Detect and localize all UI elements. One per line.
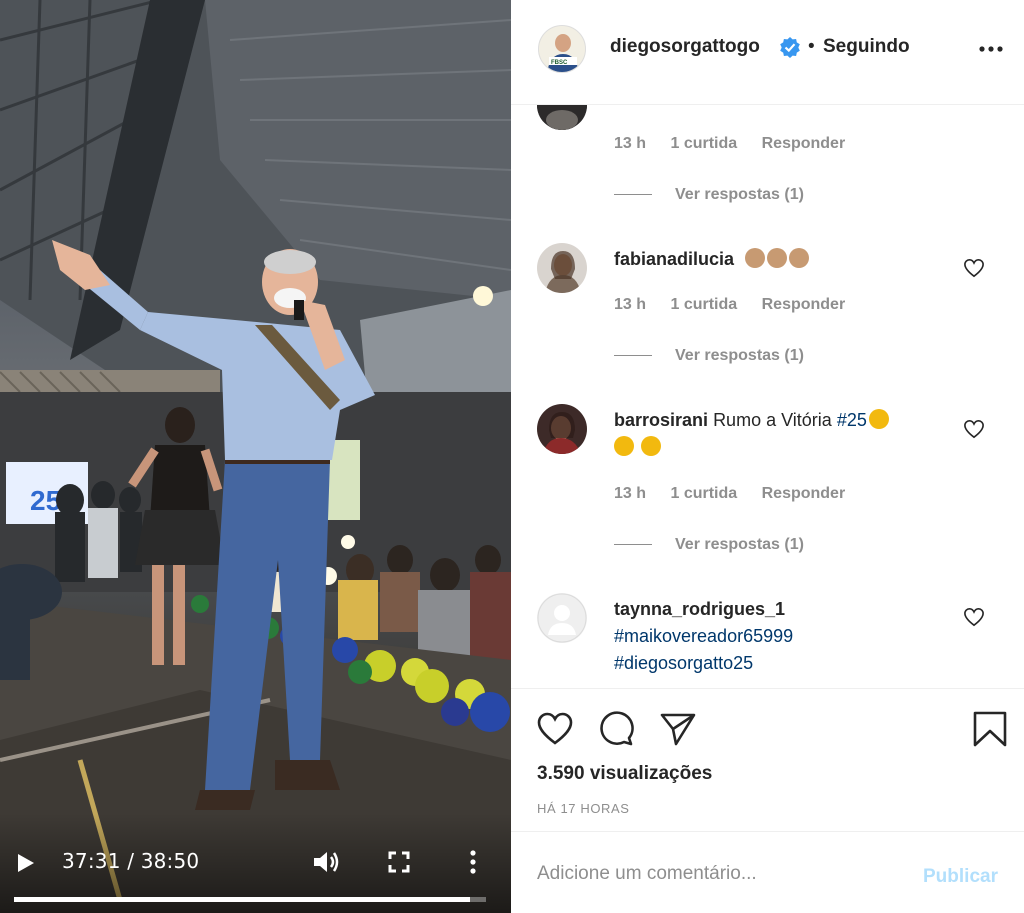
clap-emoji-icon [789, 248, 810, 268]
reply-button[interactable]: Responder [762, 135, 846, 152]
header-separator: • [808, 36, 815, 57]
current-time: 37:31 [62, 849, 121, 873]
play-icon[interactable] [14, 852, 36, 874]
time-readout: 37:31 / 38:50 [62, 849, 199, 873]
time-separator: / [120, 849, 141, 873]
comment-text: Rumo a Vitória [713, 410, 832, 430]
video-progress-bar[interactable] [14, 897, 486, 902]
reply-button[interactable]: Responder [762, 485, 846, 502]
view-replies-button[interactable]: Ver respostas (1) [614, 536, 804, 554]
comment-like-heart-icon[interactable] [963, 419, 985, 439]
comment-hashtag[interactable]: #25 [837, 410, 867, 430]
video-player[interactable]: 25 37:31 / 38:50 [0, 0, 511, 913]
comment-avatar[interactable] [537, 404, 587, 454]
video-frame: 25 [0, 0, 511, 913]
comments-list[interactable]: 13 h 1 curtida Responder Ver respostas (… [511, 105, 1024, 688]
comment-likes[interactable]: 1 curtida [670, 485, 737, 502]
comment-meta: 13 h 1 curtida Responder [614, 296, 865, 314]
replies-divider [614, 355, 652, 357]
post-actions: 3.590 visualizações HÁ 17 HORAS [511, 688, 1024, 831]
comment-hashtag[interactable]: #diegosorgatto25 [614, 650, 954, 677]
comment-avatar-image [537, 105, 587, 130]
volume-icon[interactable] [312, 849, 340, 875]
follow-status-button[interactable]: Seguindo [823, 36, 910, 58]
post-timestamp: HÁ 17 HORAS [537, 801, 630, 816]
bookmark-icon[interactable] [971, 711, 1009, 747]
author-avatar-image: FBSC [539, 26, 585, 72]
post-header: FBSC diegosorgattogo • Seguindo [511, 0, 1024, 105]
comment-body: fabianadilucia [614, 246, 954, 273]
comment-body: barrosirani Rumo a Vitória #25 [614, 407, 954, 461]
comment-like-heart-icon[interactable] [963, 607, 985, 627]
comment-time: 13 h [614, 296, 647, 313]
author-avatar[interactable]: FBSC [538, 25, 586, 73]
comment-avatar-image [537, 243, 587, 293]
view-count[interactable]: 3.590 visualizações [537, 763, 712, 785]
replies-divider [614, 194, 652, 196]
comment-composer: Publicar [511, 831, 1024, 913]
more-vertical-icon[interactable] [466, 849, 480, 875]
svg-text:FBSC: FBSC [551, 60, 568, 66]
comment-time: 13 h [614, 135, 647, 152]
replies-divider [614, 544, 652, 546]
video-controls: 37:31 / 38:50 [0, 813, 511, 913]
comment-like-heart-icon[interactable] [963, 258, 985, 278]
comment-avatar[interactable] [537, 593, 587, 643]
comment-username[interactable]: taynna_rodrigues_1 [614, 596, 954, 623]
send-icon[interactable] [659, 711, 697, 747]
comment-time: 13 h [614, 485, 647, 502]
comment-likes[interactable]: 1 curtida [670, 296, 737, 313]
clap-emoji-icon [745, 248, 766, 268]
comment-icon[interactable] [597, 711, 635, 747]
comment-username[interactable]: fabianadilucia [614, 249, 734, 269]
comment-input[interactable] [537, 856, 897, 892]
view-replies-button[interactable]: Ver respostas (1) [614, 186, 804, 204]
view-replies-label: Ver respostas (1) [675, 186, 804, 203]
post-panel: FBSC diegosorgattogo • Seguindo 13 h 1 c… [511, 0, 1024, 913]
view-replies-label: Ver respostas (1) [675, 347, 804, 364]
comment-meta: 13 h 1 curtida Responder [614, 135, 865, 153]
publish-button[interactable]: Publicar [923, 866, 998, 888]
pray-emoji-icon [641, 436, 662, 456]
comment-username[interactable]: barrosirani [614, 410, 708, 430]
clap-emoji-icon [614, 436, 634, 456]
author-username[interactable]: diegosorgattogo [610, 36, 760, 58]
comment-body: taynna_rodrigues_1 #maikovereador65999 #… [614, 596, 954, 677]
fullscreen-icon[interactable] [388, 851, 410, 873]
heart-icon[interactable] [536, 711, 574, 747]
default-avatar-icon [537, 593, 587, 643]
comment-avatar[interactable] [537, 105, 587, 130]
comment-meta: 13 h 1 curtida Responder [614, 485, 865, 503]
more-horizontal-icon[interactable] [979, 44, 1003, 54]
clap-emoji-icon [868, 409, 889, 429]
verified-badge-icon [780, 37, 800, 58]
view-replies-label: Ver respostas (1) [675, 536, 804, 553]
clap-emoji-icon [767, 248, 788, 268]
comment-hashtag[interactable]: #maikovereador65999 [614, 623, 954, 650]
comment-likes[interactable]: 1 curtida [670, 135, 737, 152]
reply-button[interactable]: Responder [762, 296, 846, 313]
comment-emojis [739, 248, 810, 269]
video-progress-fill [14, 897, 470, 902]
duration: 38:50 [140, 849, 200, 873]
comment-avatar[interactable] [537, 243, 587, 293]
view-replies-button[interactable]: Ver respostas (1) [614, 347, 804, 365]
comment-avatar-image [537, 404, 587, 454]
